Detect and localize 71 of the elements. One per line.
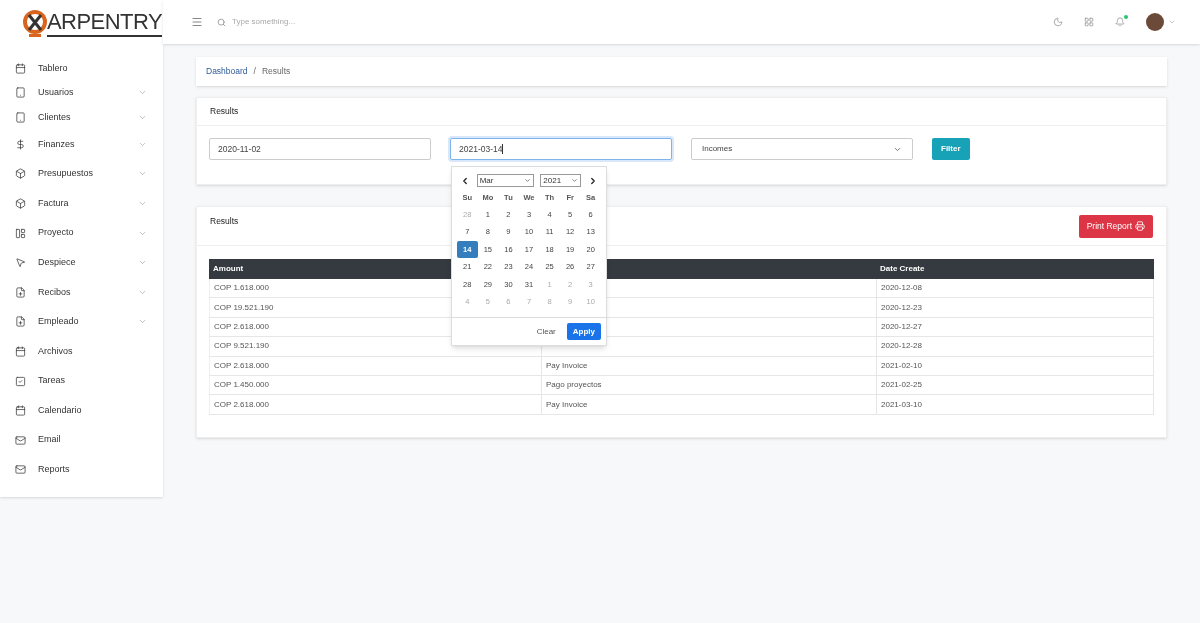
layout-icon bbox=[15, 227, 26, 239]
sidebar-item[interactable]: Presupuestos bbox=[0, 159, 163, 189]
printer-icon bbox=[1135, 221, 1145, 231]
chevron-icon bbox=[523, 177, 531, 184]
type-select[interactable]: Incomes bbox=[691, 138, 913, 160]
sidebar-item[interactable]: Email bbox=[0, 425, 163, 456]
table-cell: COP 1.450.000 bbox=[209, 375, 541, 396]
table-cell: 2021-02-10 bbox=[876, 356, 1154, 376]
sidebar-item[interactable]: Archivos bbox=[0, 336, 163, 367]
sidebar-item[interactable]: Recibos bbox=[0, 277, 163, 308]
tablet-icon bbox=[15, 87, 26, 99]
table-cell: 2020-12-28 bbox=[876, 337, 1154, 357]
mail-icon bbox=[15, 434, 26, 446]
sidebar-item[interactable]: Tareas bbox=[0, 366, 163, 396]
print-report-button[interactable]: Print Report bbox=[1078, 214, 1153, 238]
table-cell: Pay Invoice bbox=[541, 356, 876, 376]
sidebar-item[interactable]: Usuarios bbox=[0, 80, 163, 105]
chevron-icon bbox=[138, 199, 147, 208]
table-cell: 2021-02-25 bbox=[876, 375, 1154, 396]
sidebar-item[interactable]: Finanzes bbox=[0, 129, 163, 160]
table-cell: Pago proyectos bbox=[541, 375, 876, 396]
calendar-icon bbox=[15, 345, 26, 357]
table-cell: COP 2.618.000 bbox=[209, 395, 541, 415]
sidebar-item[interactable]: Calendario bbox=[0, 395, 163, 426]
sidebar-item[interactable]: Clientes bbox=[0, 105, 163, 130]
sidebar-item[interactable]: Reports bbox=[0, 455, 163, 485]
grid-icon[interactable] bbox=[1084, 17, 1094, 27]
table-cell: 2020-12-27 bbox=[876, 317, 1154, 338]
breadcrumb-link[interactable]: Dashboard bbox=[206, 65, 248, 78]
file-icon bbox=[15, 316, 26, 328]
menu-icon[interactable] bbox=[191, 16, 203, 28]
sidebar-item[interactable]: Empleado bbox=[0, 307, 163, 337]
card-title: Results bbox=[210, 215, 239, 228]
table-cell: 2020-12-23 bbox=[876, 298, 1154, 318]
apply-button[interactable]: Apply bbox=[566, 323, 601, 340]
calendar-icon bbox=[15, 62, 26, 74]
date-field[interactable]: 2020-11-02 bbox=[209, 138, 431, 160]
sidebar-item[interactable]: Factura bbox=[0, 188, 163, 219]
avatar[interactable] bbox=[1146, 13, 1164, 31]
clear-button[interactable]: Clear bbox=[532, 325, 560, 338]
column-header: Date Create bbox=[876, 259, 1154, 279]
cursor-icon bbox=[15, 257, 26, 269]
logo-icon bbox=[23, 9, 47, 39]
table-cell: Pay Invoice bbox=[541, 395, 876, 415]
sidebar-item[interactable]: Tablero bbox=[0, 56, 163, 81]
calendar-icon bbox=[15, 405, 26, 417]
previous-month-icon[interactable] bbox=[460, 175, 470, 186]
breadcrumb-separator: / bbox=[253, 65, 256, 78]
sidebar-item[interactable]: Proyecto bbox=[0, 218, 163, 248]
search-icon bbox=[217, 17, 226, 27]
table-cell: 2021-03-10 bbox=[876, 395, 1154, 415]
year-select[interactable]: 2021 bbox=[540, 174, 582, 187]
checkbox-icon bbox=[15, 375, 26, 387]
chevron-icon bbox=[571, 177, 579, 184]
dollar-icon bbox=[15, 138, 26, 150]
mail-icon bbox=[15, 464, 26, 476]
month-select[interactable]: Mar bbox=[476, 174, 534, 187]
cube-icon bbox=[15, 198, 26, 209]
breadcrumb-current: Results bbox=[261, 65, 291, 78]
date-field[interactable]: 2021-03-14 bbox=[450, 138, 672, 160]
table-cell: COP 2.618.000 bbox=[209, 356, 541, 376]
table-cell: COP 9.521.190 bbox=[209, 337, 541, 357]
sidebar-item[interactable]: Despiece bbox=[0, 247, 163, 278]
card-title: Results bbox=[197, 98, 1166, 126]
search-field[interactable]: Type something... bbox=[232, 16, 432, 28]
notification-icon[interactable] bbox=[1115, 17, 1125, 27]
moon-icon[interactable] bbox=[1053, 17, 1063, 27]
tablet-icon bbox=[15, 111, 26, 123]
cube-icon bbox=[15, 168, 26, 180]
table-cell: 2020-12-08 bbox=[876, 279, 1154, 299]
file-icon bbox=[15, 286, 26, 298]
